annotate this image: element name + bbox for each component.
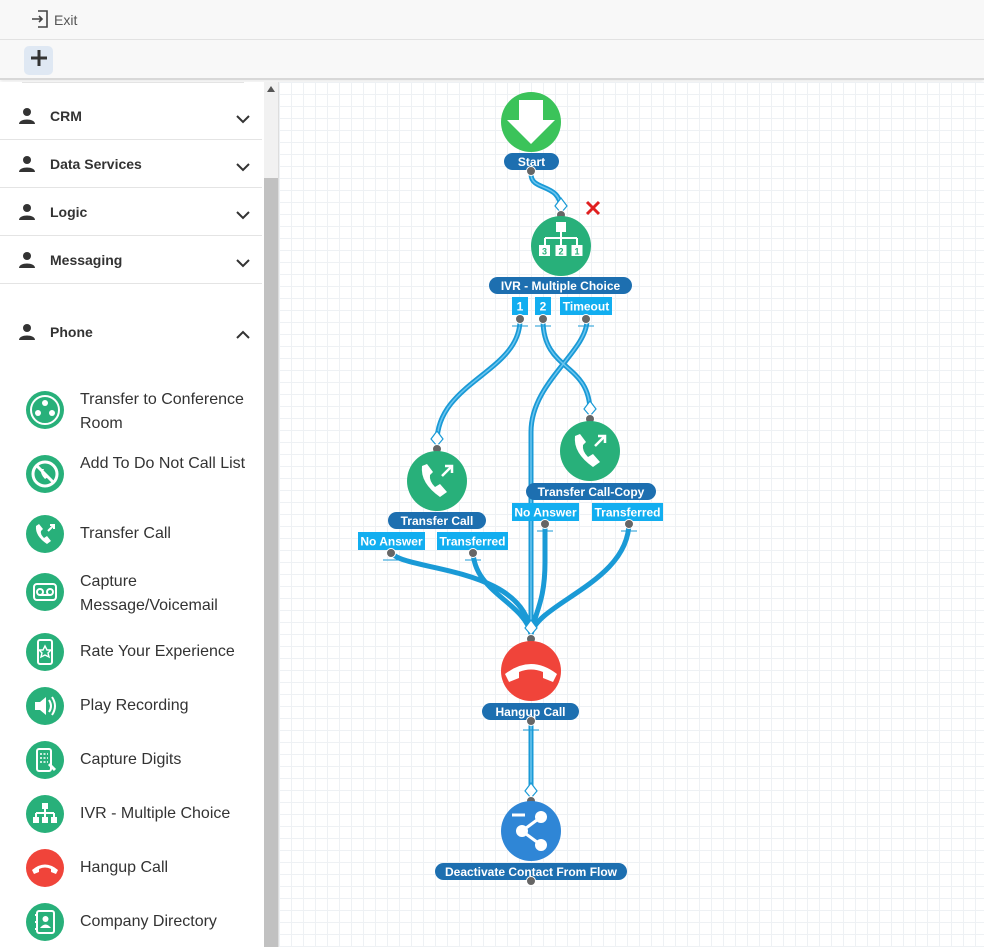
tool-transfer-call[interactable]: Transfer Call xyxy=(0,510,262,560)
exit-button[interactable]: Exit xyxy=(30,9,77,31)
flow-canvas[interactable]: Start 3 2 1 IVR - Multiple Choice 1 2 Ti… xyxy=(278,82,984,947)
scroll-thumb[interactable] xyxy=(264,178,278,947)
sidebar-section-logic[interactable]: Logic xyxy=(0,188,262,236)
svg-text:1: 1 xyxy=(517,300,524,314)
svg-text:2: 2 xyxy=(558,247,563,257)
sidebar-section-phone[interactable]: Phone xyxy=(0,308,262,356)
rate-experience-icon xyxy=(25,632,65,672)
chevron-down-icon xyxy=(236,111,250,129)
play-recording-icon xyxy=(25,686,65,726)
delete-link-icon[interactable] xyxy=(585,200,601,216)
output-port[interactable] xyxy=(526,166,536,176)
tool-transfer-to-conference-room[interactable]: Transfer to Conference Room xyxy=(0,386,262,436)
tool-label: Play Recording xyxy=(80,697,189,714)
chevron-down-icon xyxy=(236,207,250,225)
user-icon xyxy=(18,251,36,274)
sidebar-section-messaging[interactable]: Messaging xyxy=(0,236,262,284)
sidebar-scrollbar[interactable] xyxy=(264,82,278,947)
exit-label: Exit xyxy=(54,12,78,28)
tool-ivr-multiple-choice[interactable]: IVR - Multiple Choice xyxy=(0,790,262,840)
node-ivr-multiple-choice[interactable]: 3 2 1 IVR - Multiple Choice 1 2 Timeout xyxy=(489,197,632,327)
node-transfer-call-copy[interactable]: Transfer Call-Copy No Answer Transferred xyxy=(512,400,663,532)
conference-room-icon xyxy=(25,390,65,430)
tool-label: Company Directory xyxy=(80,913,217,930)
sidebar-section-crm[interactable]: CRM xyxy=(0,92,262,140)
do-not-call-icon xyxy=(25,454,65,494)
svg-text:3: 3 xyxy=(542,247,547,257)
hangup-icon xyxy=(25,848,65,888)
tool-label: Capture Digits xyxy=(80,751,182,768)
tool-label: IVR - Multiple Choice xyxy=(80,805,231,822)
tool-label: Capture Message/Voicemail xyxy=(80,573,218,614)
node-transfer-call[interactable]: Transfer Call No Answer Transferred xyxy=(358,430,508,561)
chevron-up-icon xyxy=(236,327,250,345)
tool-rate-your-experience[interactable]: Rate Your Experience xyxy=(0,628,262,678)
svg-text:2: 2 xyxy=(540,300,547,314)
section-label: Logic xyxy=(50,203,88,220)
svg-text:1: 1 xyxy=(574,247,579,257)
svg-text:No Answer: No Answer xyxy=(360,535,423,549)
tool-label: Rate Your Experience xyxy=(80,643,235,660)
node-hangup-call[interactable]: Hangup Call xyxy=(482,619,579,731)
node-label: IVR - Multiple Choice xyxy=(501,279,621,293)
tool-label: Hangup Call xyxy=(80,859,169,876)
chevron-down-icon xyxy=(236,255,250,273)
scroll-up-arrow[interactable] xyxy=(267,86,275,92)
link-noanswer1-hangup xyxy=(388,547,534,637)
svg-text:Transferred: Transferred xyxy=(594,506,660,520)
section-label: Phone xyxy=(50,324,93,340)
node-start[interactable]: Start xyxy=(501,92,561,176)
tool-label: Transfer to Conference Room xyxy=(80,391,244,432)
tool-play-recording[interactable]: Play Recording xyxy=(0,682,262,732)
link-ivr1-transfer xyxy=(434,317,523,445)
exit-icon xyxy=(30,9,50,32)
voicemail-icon xyxy=(25,572,65,612)
user-icon xyxy=(18,107,36,130)
sidebar-section-data-services[interactable]: Data Services xyxy=(0,140,262,188)
section-label: Messaging xyxy=(50,251,123,268)
top-bar: Exit xyxy=(0,0,984,40)
input-port-diamond[interactable] xyxy=(430,430,444,447)
node-label: Transfer Call xyxy=(401,514,474,528)
tool-label: Add To Do Not Call List xyxy=(80,455,246,472)
ivr-icon xyxy=(25,794,65,834)
chevron-down-icon xyxy=(236,159,250,177)
svg-text:Transferred: Transferred xyxy=(439,535,505,549)
section-label: Data Services xyxy=(50,155,142,172)
input-port-diamond[interactable] xyxy=(583,400,597,417)
add-button[interactable] xyxy=(24,46,53,75)
toolbar xyxy=(0,40,984,80)
user-icon xyxy=(18,323,36,346)
transfer-call-icon xyxy=(25,514,65,554)
node-label: Transfer Call-Copy xyxy=(538,485,645,499)
tool-capture-digits[interactable]: Capture Digits xyxy=(0,736,262,786)
tool-add-to-do-not-call-list[interactable]: Add To Do Not Call List xyxy=(0,450,262,500)
tool-hangup-call[interactable]: Hangup Call xyxy=(0,844,262,894)
sidebar: CRM Data Services Logic Messaging Phone … xyxy=(0,82,264,947)
flow-diagram: Start 3 2 1 IVR - Multiple Choice 1 2 Ti… xyxy=(358,92,663,886)
user-icon xyxy=(18,155,36,178)
directory-icon xyxy=(25,902,65,942)
input-port-diamond[interactable] xyxy=(524,782,538,799)
plus-icon xyxy=(30,49,48,72)
tool-label: Transfer Call xyxy=(80,525,171,542)
capture-digits-icon xyxy=(25,740,65,780)
svg-text:Timeout: Timeout xyxy=(563,300,609,314)
tool-capture-message-voicemail[interactable]: Capture Message/Voicemail xyxy=(0,568,262,618)
svg-text:No Answer: No Answer xyxy=(514,506,577,520)
tool-company-directory[interactable]: Company Directory xyxy=(0,898,262,947)
section-label: CRM xyxy=(50,107,82,124)
user-icon xyxy=(18,203,36,226)
node-deactivate-contact[interactable]: Deactivate Contact From Flow xyxy=(435,782,627,886)
